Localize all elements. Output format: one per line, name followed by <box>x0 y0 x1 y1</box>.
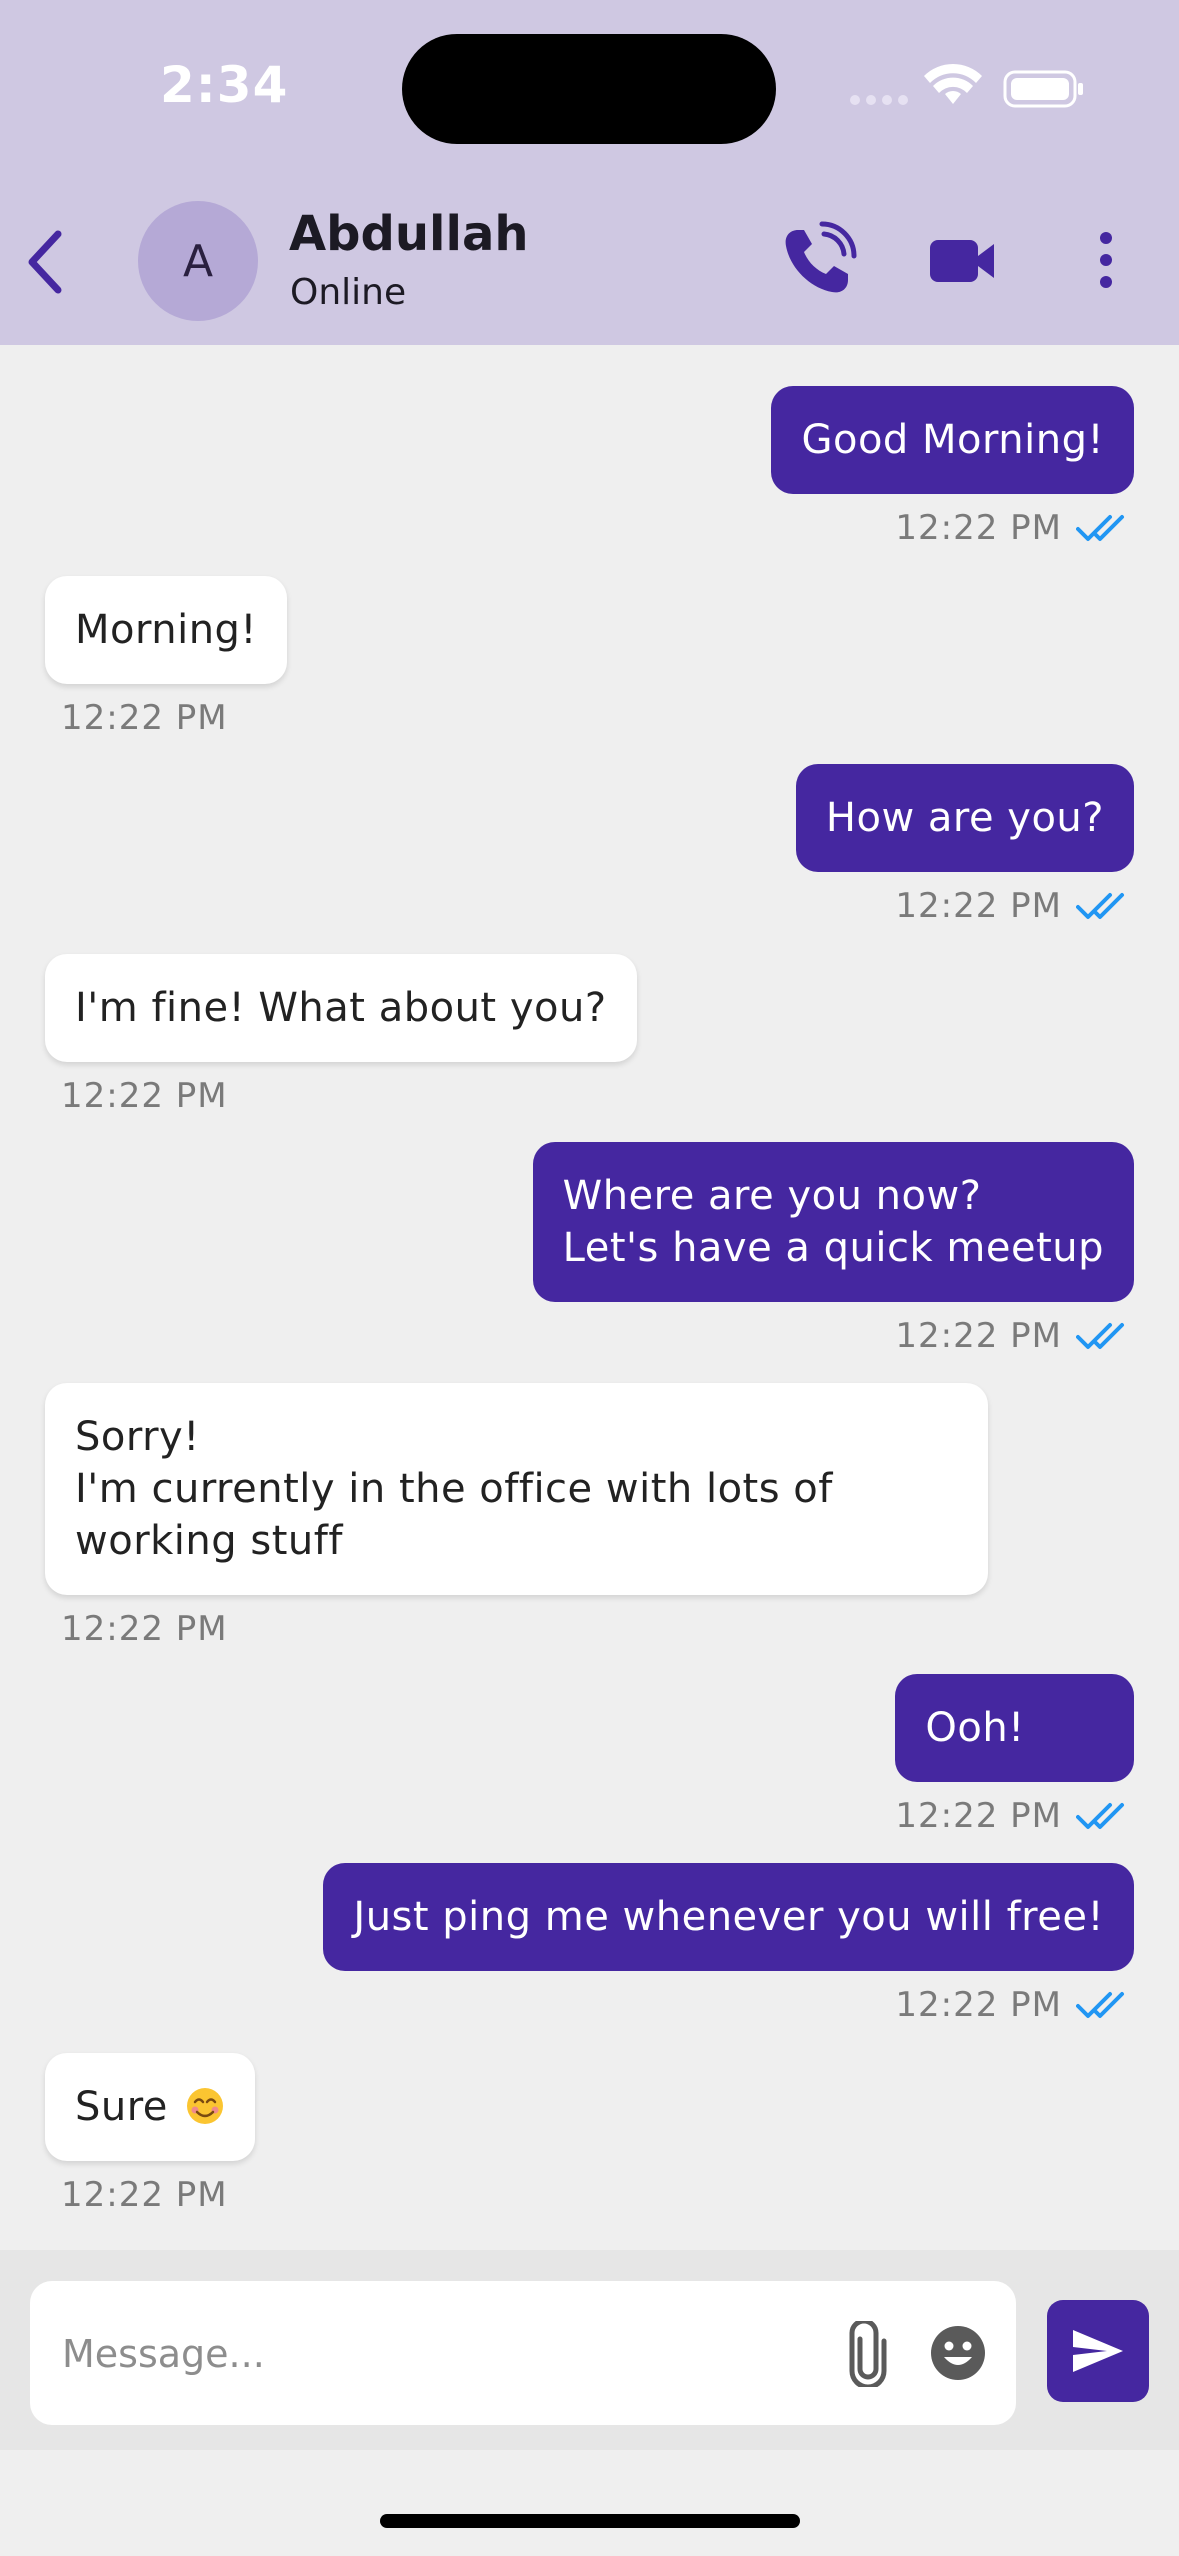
status-time: 2:34 <box>160 56 289 114</box>
avatar[interactable]: A <box>138 201 258 321</box>
message-time: 12:22 PM <box>895 1316 1062 1356</box>
smiling-face-emoji <box>187 2088 224 2124</box>
message-input[interactable] <box>60 2311 824 2397</box>
more-vertical-icon[interactable] <box>1066 220 1146 300</box>
send-button[interactable] <box>1047 2300 1149 2402</box>
message-bubble[interactable]: Sure <box>45 2053 256 2161</box>
message-bubble[interactable]: Ooh! <box>895 1674 1134 1782</box>
message-bubble[interactable]: How are you? <box>795 764 1134 872</box>
phone-call-icon[interactable] <box>778 220 858 300</box>
outgoing-message[interactable]: Where are you now? Let's have a quick me… <box>532 1142 1134 1356</box>
wifi-icon <box>924 63 982 104</box>
message-time: 12:22 PM <box>61 698 228 738</box>
message-bubble[interactable]: Sorry! I'm currently in the office with … <box>45 1383 988 1595</box>
incoming-message[interactable]: I'm fine! What about you? 12:22 PM <box>45 954 637 1116</box>
double-check-icon <box>1076 515 1124 541</box>
incoming-message[interactable]: Morning! 12:22 PM <box>45 576 287 738</box>
message-time: 12:22 PM <box>895 1985 1062 2025</box>
message-meta: 12:22 PM <box>45 1609 988 1649</box>
outgoing-message[interactable]: Ooh! 12:22 PM <box>895 1674 1134 1836</box>
message-text: Sure <box>75 2084 168 2130</box>
message-list[interactable]: Good Morning! 12:22 PM Morning! 12:22 PM… <box>0 345 1179 2250</box>
incoming-message[interactable]: Sorry! I'm currently in the office with … <box>45 1383 988 1649</box>
message-time: 12:22 PM <box>61 1609 228 1649</box>
send-icon <box>1073 2330 1123 2372</box>
home-indicator[interactable] <box>380 2514 800 2528</box>
attachment-icon[interactable] <box>838 2321 898 2387</box>
message-meta: 12:22 PM <box>533 1316 1134 1356</box>
battery-icon <box>1003 70 1083 108</box>
message-time: 12:22 PM <box>895 1796 1062 1836</box>
contact-name[interactable]: Abdullah <box>289 206 529 262</box>
message-bubble[interactable]: Good Morning! <box>771 386 1134 494</box>
message-time: 12:22 PM <box>895 886 1062 926</box>
message-meta: 12:22 PM <box>45 2175 255 2215</box>
composer-bar <box>0 2250 1179 2450</box>
outgoing-message[interactable]: Good Morning! 12:22 PM <box>771 386 1134 548</box>
dynamic-island <box>402 34 776 144</box>
double-check-icon <box>1076 893 1124 919</box>
status-icons <box>850 63 1083 108</box>
cellular-signal-icon <box>850 95 908 105</box>
message-meta: 12:22 PM <box>45 1076 637 1116</box>
emoji-icon[interactable] <box>928 2323 988 2383</box>
message-time: 12:22 PM <box>61 2175 228 2215</box>
message-bubble[interactable]: I'm fine! What about you? <box>45 954 637 1062</box>
message-time: 12:22 PM <box>61 1076 228 1116</box>
contact-status: Online <box>290 272 407 313</box>
message-bubble[interactable]: Morning! <box>45 576 287 684</box>
message-time: 12:22 PM <box>895 508 1062 548</box>
message-meta: 12:22 PM <box>323 1985 1134 2025</box>
message-meta: 12:22 PM <box>895 1796 1134 1836</box>
back-icon[interactable] <box>18 222 88 302</box>
incoming-message[interactable]: Sure 12:22 PM <box>45 2053 256 2215</box>
video-camera-icon[interactable] <box>922 220 1002 300</box>
message-input-container[interactable] <box>30 2281 1016 2425</box>
double-check-icon <box>1076 1803 1124 1829</box>
outgoing-message[interactable]: How are you? 12:22 PM <box>795 764 1134 926</box>
double-check-icon <box>1076 1323 1124 1349</box>
message-meta: 12:22 PM <box>771 508 1134 548</box>
message-meta: 12:22 PM <box>796 886 1134 926</box>
message-bubble[interactable]: Where are you now? Let's have a quick me… <box>532 1142 1134 1302</box>
double-check-icon <box>1076 1992 1124 2018</box>
outgoing-message[interactable]: Just ping me whenever you will free! 12:… <box>323 1863 1134 2025</box>
app-header: 2:34 A Abdullah Online <box>0 0 1179 345</box>
message-bubble[interactable]: Just ping me whenever you will free! <box>323 1863 1134 1971</box>
message-meta: 12:22 PM <box>45 698 287 738</box>
